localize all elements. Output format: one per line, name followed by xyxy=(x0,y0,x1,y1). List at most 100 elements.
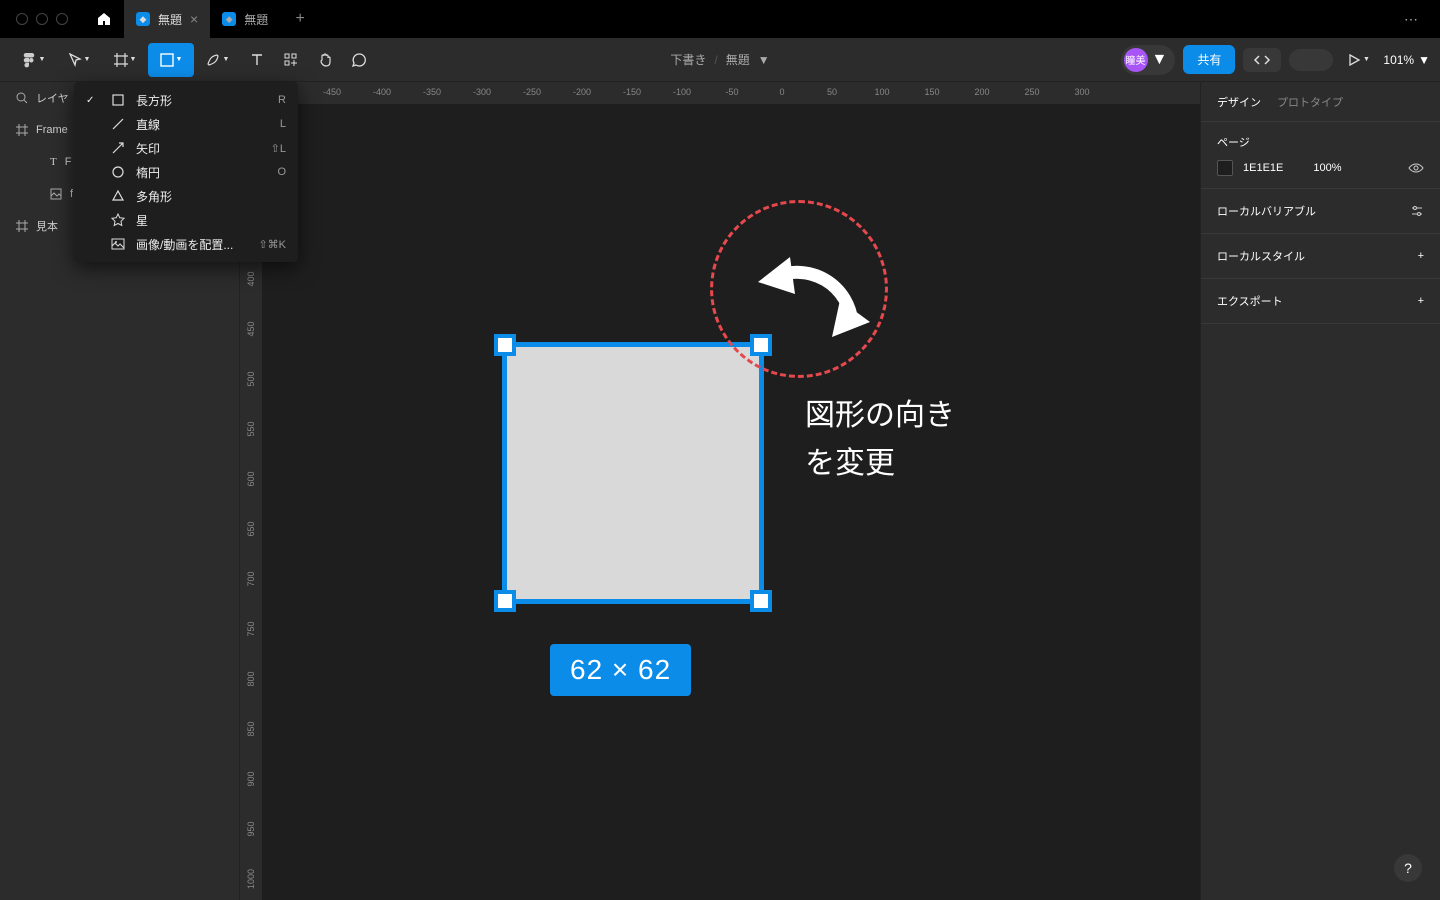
shape-tool-dropdown: ✓長方形R直線L矢印⇧L 楕円 O多角形星画像/動画を配置...⇧⌘K xyxy=(74,82,298,262)
shortcut-label: O xyxy=(277,166,286,178)
dev-toggle[interactable] xyxy=(1289,49,1333,71)
annotation-text: 図形の向き を変更 xyxy=(805,392,955,488)
resize-handle-bl[interactable] xyxy=(494,590,516,612)
present-button[interactable]: ▼ xyxy=(1341,43,1375,77)
share-button[interactable]: 共有 xyxy=(1183,45,1235,74)
ruler-tick: -150 xyxy=(623,87,641,97)
tab-label: 無題 xyxy=(158,11,182,28)
zoom-dot[interactable] xyxy=(56,13,68,25)
plus-icon[interactable]: + xyxy=(1418,250,1424,262)
image-icon xyxy=(110,237,126,251)
help-button[interactable]: ? xyxy=(1394,854,1422,882)
shape-option-poly[interactable]: 多角形 xyxy=(74,184,298,208)
chevron-down-icon: ▼ xyxy=(130,56,137,63)
ruler-tick: 650 xyxy=(246,521,256,536)
resize-handle-br[interactable] xyxy=(750,590,772,612)
chevron-down-icon: ▼ xyxy=(1418,53,1430,67)
close-dot[interactable] xyxy=(16,13,28,25)
page-color-value[interactable]: 1E1E1E xyxy=(1243,162,1283,174)
page-color-swatch[interactable] xyxy=(1217,160,1233,176)
export-section[interactable]: エクスポート + xyxy=(1201,279,1440,324)
line-icon xyxy=(110,117,126,131)
inspector: デザイン プロトタイプ ページ 1E1E1E 100% ローカルバリアブル ロー… xyxy=(1200,82,1440,900)
pen-icon xyxy=(205,52,221,68)
chevron-down-icon: ▼ xyxy=(176,56,183,63)
chevron-down-icon: ▼ xyxy=(84,56,91,63)
window-more[interactable]: ⋯ xyxy=(1384,11,1440,28)
ruler-tick: 50 xyxy=(827,87,837,97)
file-tab-0[interactable]: ◆ 無題 × xyxy=(124,0,210,38)
pen-tool[interactable]: ▼ xyxy=(194,43,240,77)
figma-menu-button[interactable]: ▼ xyxy=(10,43,56,77)
frame-tool[interactable]: ▼ xyxy=(102,43,148,77)
text-layer-icon: T xyxy=(50,156,57,168)
frame-icon xyxy=(114,53,128,67)
shape-option-arrow[interactable]: 矢印⇧L xyxy=(74,136,298,160)
chevron-down-icon: ▼ xyxy=(223,56,230,63)
shape-option-star[interactable]: 星 xyxy=(74,208,298,232)
local-variables-section[interactable]: ローカルバリアブル xyxy=(1201,189,1440,234)
home-tab[interactable] xyxy=(84,0,124,38)
user-avatar-dropdown[interactable]: 瞳美 ▼ xyxy=(1121,45,1176,75)
ruler-tick: -200 xyxy=(573,87,591,97)
ruler-tick: -100 xyxy=(673,87,691,97)
ruler-tick: -300 xyxy=(473,87,491,97)
titlebar: ◆ 無題 × ◆ 無題 + ⋯ xyxy=(0,0,1440,38)
option-label: 矢印 xyxy=(136,140,261,157)
resize-handle-tl[interactable] xyxy=(494,334,516,356)
plus-icon[interactable]: + xyxy=(1418,295,1424,307)
chevron-down-icon: ▼ xyxy=(1152,51,1168,69)
ruler-tick: 950 xyxy=(246,821,256,836)
chevron-down-icon: ▼ xyxy=(1363,56,1370,63)
shape-option-rect[interactable]: ✓長方形R xyxy=(74,88,298,112)
hand-tool[interactable] xyxy=(308,43,342,77)
minimize-dot[interactable] xyxy=(36,13,48,25)
window-controls xyxy=(0,13,84,25)
shortcut-label: L xyxy=(280,118,286,130)
page-opacity[interactable]: 100% xyxy=(1313,162,1341,174)
text-tool[interactable] xyxy=(240,43,274,77)
star-icon xyxy=(110,213,126,227)
ellipse-icon xyxy=(110,165,126,179)
cursor-icon xyxy=(68,53,82,67)
ruler-tick: 900 xyxy=(246,771,256,786)
option-label: 楕円 xyxy=(136,164,267,181)
comment-tool[interactable] xyxy=(342,43,376,77)
rect-icon xyxy=(110,93,126,107)
ruler-tick: -250 xyxy=(523,87,541,97)
shape-option-ellipse[interactable]: 楕円 O xyxy=(74,160,298,184)
frame-icon xyxy=(16,124,28,136)
close-icon[interactable]: × xyxy=(190,11,198,27)
shape-option-line[interactable]: 直線L xyxy=(74,112,298,136)
shape-tool[interactable]: ▼ xyxy=(148,43,194,77)
option-label: 多角形 xyxy=(136,188,276,205)
zoom-control[interactable]: 101% ▼ xyxy=(1383,53,1430,67)
new-tab-button[interactable]: + xyxy=(280,10,320,28)
frame-icon xyxy=(16,220,28,232)
document-title[interactable]: 下書き / 無題 ▼ xyxy=(670,51,769,68)
ruler-tick: 500 xyxy=(246,371,256,386)
eye-icon[interactable] xyxy=(1408,162,1424,174)
chevron-down-icon: ▼ xyxy=(758,53,770,67)
dev-mode-button[interactable] xyxy=(1243,48,1281,72)
resources-tool[interactable] xyxy=(274,43,308,77)
check-icon: ✓ xyxy=(86,95,100,106)
ruler-tick: 400 xyxy=(246,271,256,286)
shortcut-label: ⇧⌘K xyxy=(258,238,286,251)
ruler-tick: 1000 xyxy=(246,869,256,889)
inspector-tabs: デザイン プロトタイプ xyxy=(1201,82,1440,122)
ruler-tick: 200 xyxy=(974,87,989,97)
dimension-badge: 62 × 62 xyxy=(550,644,691,696)
ruler-tick: 100 xyxy=(874,87,889,97)
shape-option-image[interactable]: 画像/動画を配置...⇧⌘K xyxy=(74,232,298,256)
option-label: 星 xyxy=(136,212,276,229)
local-styles-section[interactable]: ローカルスタイル + xyxy=(1201,234,1440,279)
canvas[interactable]: -500-450-400-350-300-250-200-150-100-500… xyxy=(240,82,1200,900)
selected-rectangle[interactable] xyxy=(502,342,764,604)
play-icon xyxy=(1347,53,1361,67)
tab-design[interactable]: デザイン xyxy=(1217,94,1261,110)
file-tab-1[interactable]: ◆ 無題 xyxy=(210,0,280,38)
move-tool[interactable]: ▼ xyxy=(56,43,102,77)
ruler-tick: 250 xyxy=(1024,87,1039,97)
tab-prototype[interactable]: プロトタイプ xyxy=(1277,94,1343,110)
